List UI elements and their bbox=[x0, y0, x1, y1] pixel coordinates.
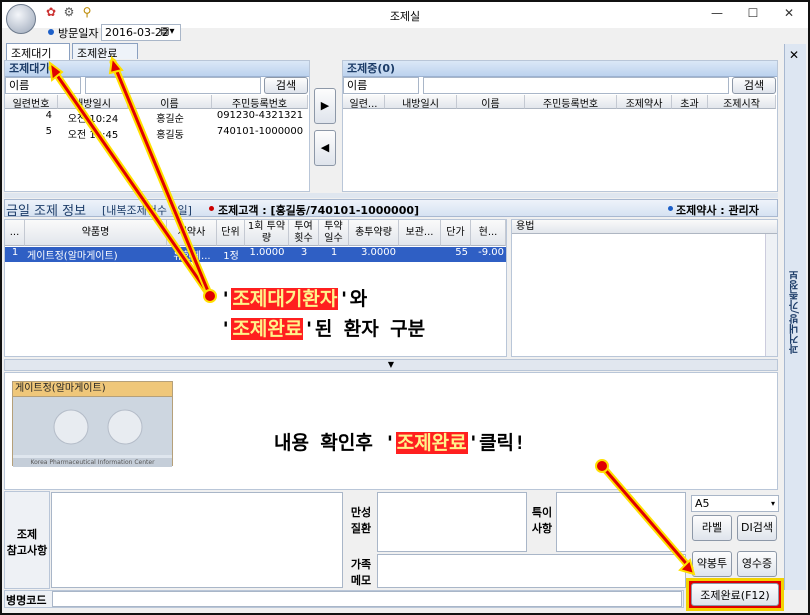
annotation-arrows bbox=[48, 55, 696, 576]
annotation-highlight: 조제완료 bbox=[231, 318, 304, 340]
annotation-highlight: 조제대기환자 bbox=[231, 288, 339, 310]
annotation-quote: ' bbox=[220, 318, 232, 340]
annotation-text: '와 bbox=[338, 288, 368, 310]
annotation-text: '클릭! bbox=[467, 432, 526, 454]
annotation-text: '된 환자 구분 bbox=[303, 318, 426, 340]
annotation-text: 내용 확인후 ' bbox=[274, 432, 396, 454]
annotation-line3: 내용 확인후 '조제완료'클릭! bbox=[274, 428, 525, 455]
annotation-line1: '조제대기환자'와 bbox=[220, 284, 367, 311]
annotation-highlight: 조제완료 bbox=[395, 432, 468, 454]
annotation-line2: '조제완료'된 환자 구분 bbox=[220, 314, 425, 341]
annotation-quote: ' bbox=[220, 288, 232, 310]
